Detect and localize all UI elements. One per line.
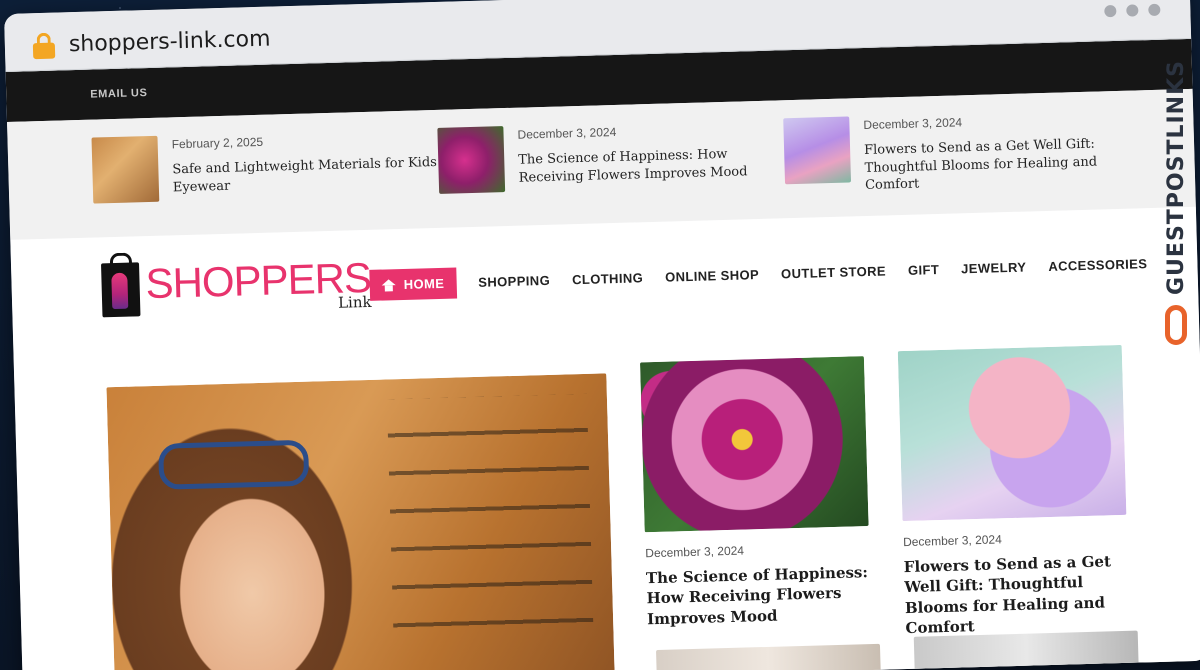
featured-post-image[interactable] (106, 373, 615, 670)
nav-item-accessories[interactable]: ACCESSORIES (1048, 256, 1147, 274)
ticker-item[interactable]: February 2, 2025 Safe and Lightweight Ma… (91, 128, 440, 238)
shopping-bag-icon (101, 262, 141, 318)
post-title-link[interactable]: The Science of Happiness: How Receiving … (518, 144, 785, 187)
window-dot[interactable] (1148, 3, 1161, 17)
nav-item-home[interactable]: HOME (369, 267, 457, 301)
logo-sub-text: Link (337, 292, 372, 312)
home-icon (382, 279, 396, 291)
ticker-item[interactable]: December 3, 2024 The Science of Happines… (437, 118, 786, 228)
site-main: SHOPPERS Link HOME SHOPPING CLOTHING ONL… (10, 206, 1200, 670)
post-card[interactable]: December 3, 2024 Flowers to Send as a Ge… (897, 344, 1130, 638)
post-thumbnail[interactable] (91, 135, 160, 204)
post-card[interactable] (656, 643, 882, 670)
post-card[interactable] (913, 630, 1139, 670)
post-thumbnail[interactable] (783, 116, 852, 185)
post-card[interactable]: December 3, 2024 The Science of Happines… (639, 356, 872, 629)
post-card-image[interactable] (897, 344, 1127, 522)
post-card-title[interactable]: Flowers to Send as a Get Well Gift: Thou… (904, 551, 1130, 638)
nav-item-shopping[interactable]: SHOPPING (478, 273, 550, 290)
nav-item-gift[interactable]: GIFT (908, 262, 940, 278)
post-date: December 3, 2024 (645, 543, 745, 561)
nav-item-jewelry[interactable]: JEWELRY (961, 260, 1027, 277)
lock-icon (32, 32, 56, 60)
nav-item-label: HOME (403, 275, 445, 292)
guestpostlinks-watermark: GUESTPOSTLINKS (1158, 60, 1194, 360)
post-title-link[interactable]: Flowers to Send as a Get Well Gift: Thou… (864, 135, 1131, 195)
window-dots-icon[interactable] (1104, 3, 1161, 18)
window-dot[interactable] (1126, 4, 1139, 17)
eyeglasses-icon (158, 439, 310, 490)
post-date: December 3, 2024 (863, 115, 963, 133)
post-card-image[interactable] (639, 356, 869, 533)
site-logo[interactable]: SHOPPERS Link (101, 254, 372, 318)
post-title-link[interactable]: Safe and Lightweight Materials for Kids … (172, 154, 439, 197)
post-card-title[interactable]: The Science of Happiness: How Receiving … (646, 562, 872, 629)
address-bar-url[interactable]: shoppers-link.com (69, 27, 271, 58)
post-date: December 3, 2024 (517, 124, 617, 142)
post-card-image[interactable] (913, 630, 1139, 670)
nav-item-online-shop[interactable]: ONLINE SHOP (665, 267, 759, 285)
window-dot[interactable] (1104, 4, 1117, 18)
main-nav: HOME SHOPPING CLOTHING ONLINE SHOP OUTLE… (369, 248, 1148, 301)
email-us-link[interactable]: EMAIL US (90, 87, 147, 101)
post-date: December 3, 2024 (902, 532, 1002, 550)
browser-window: shoppers-link.com EMAIL US February 2, 2… (4, 0, 1200, 670)
link-icon (1165, 305, 1187, 345)
post-card-image[interactable] (656, 643, 882, 670)
ticker-item[interactable]: December 3, 2024 Flowers to Send as a Ge… (783, 109, 1132, 219)
post-date: February 2, 2025 (171, 134, 264, 152)
watermark-text: GUESTPOSTLINKS (1163, 60, 1189, 295)
glasses-display-rack (386, 393, 594, 640)
nav-item-clothing[interactable]: CLOTHING (572, 270, 643, 287)
nav-item-outlet-store[interactable]: OUTLET STORE (781, 263, 886, 281)
post-thumbnail[interactable] (437, 126, 506, 194)
